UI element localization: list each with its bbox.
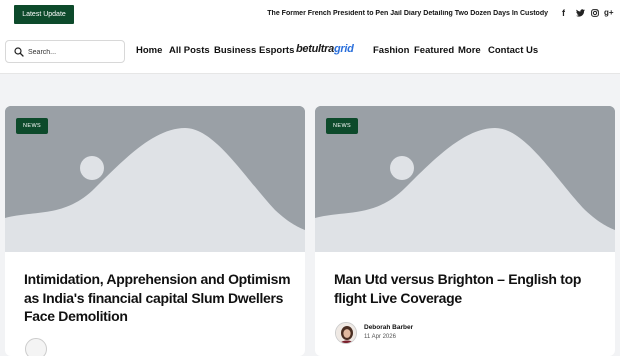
article-image-placeholder[interactable]: NEWS: [315, 106, 615, 252]
search-box[interactable]: [5, 40, 125, 63]
article-image-placeholder[interactable]: NEWS: [5, 106, 305, 252]
category-badge[interactable]: NEWS: [326, 118, 359, 134]
article-card[interactable]: NEWS Intimidation, Apprehension and Opti…: [5, 106, 305, 356]
nav-item-business[interactable]: Business: [214, 45, 256, 56]
author-name[interactable]: Deborah Barber: [364, 324, 413, 331]
author-avatar[interactable]: [25, 338, 47, 356]
logo-accent-text: grid: [333, 43, 354, 55]
latest-update-button[interactable]: Latest Update: [14, 5, 74, 24]
search-input[interactable]: [28, 45, 120, 59]
facebook-icon[interactable]: f: [562, 8, 565, 18]
nav-item-contact-us[interactable]: Contact Us: [488, 45, 538, 56]
main-navigation: Home All Posts Business Esports betultra…: [0, 32, 620, 74]
article-title[interactable]: Intimidation, Apprehension and Optimism …: [24, 270, 294, 326]
instagram-icon[interactable]: [591, 9, 599, 19]
article-card[interactable]: NEWS Man Utd versus Brighton – English t…: [315, 106, 615, 356]
author-avatar[interactable]: [335, 322, 357, 344]
site-logo[interactable]: betultragrid: [296, 43, 354, 55]
logo-main-text: betultra: [296, 43, 334, 55]
news-ticker[interactable]: The Former French President to Pen Jail …: [200, 10, 548, 17]
image-placeholder-icon: [5, 106, 305, 252]
nav-item-featured[interactable]: Featured: [414, 45, 454, 56]
image-placeholder-icon: [315, 106, 615, 252]
twitter-icon[interactable]: [576, 9, 585, 19]
google-plus-icon[interactable]: g+: [604, 8, 614, 17]
nav-item-esports[interactable]: Esports: [259, 45, 294, 56]
top-bar: Latest Update The Former French Presiden…: [0, 0, 620, 32]
author-photo: [336, 323, 356, 343]
article-title[interactable]: Man Utd versus Brighton – English top fl…: [334, 270, 604, 307]
nav-item-fashion[interactable]: Fashion: [373, 45, 409, 56]
publish-date: 11 Apr 2026: [364, 334, 396, 340]
category-badge[interactable]: NEWS: [16, 118, 49, 134]
search-icon: [14, 47, 24, 57]
nav-item-home[interactable]: Home: [136, 45, 162, 56]
nav-item-more[interactable]: More: [458, 45, 481, 56]
nav-item-all-posts[interactable]: All Posts: [169, 45, 210, 56]
